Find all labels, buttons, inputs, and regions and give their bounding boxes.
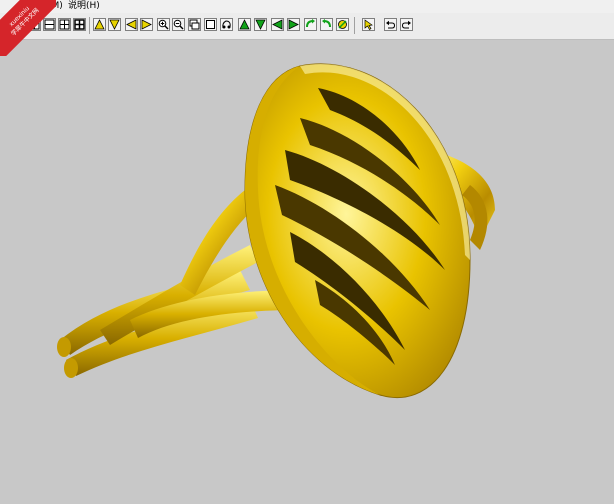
render-settings-button[interactable] [336, 18, 349, 31]
3d-viewport[interactable] [0, 40, 614, 500]
menu-item-help[interactable]: 说明(H) [68, 0, 100, 13]
rotate-right-button[interactable] [140, 18, 153, 31]
menu-bar: (M) 说明(H) [0, 0, 614, 13]
zoom-out-icon [173, 19, 184, 30]
undo-view-button[interactable] [384, 18, 397, 31]
move-up-icon [239, 19, 250, 30]
four-view-button[interactable] [58, 18, 71, 31]
undo-view-icon [386, 20, 396, 29]
rotate-right-icon [141, 19, 152, 30]
zoom-out-button[interactable] [172, 18, 185, 31]
toolbar-separator [354, 17, 355, 34]
watermark-badge: xuexiniu 学犀牛中文网 [0, 0, 56, 56]
zoom-window-button[interactable] [188, 18, 201, 31]
rotate-left-icon [126, 19, 137, 30]
pan-icon [222, 20, 231, 29]
toolbar-separator [89, 17, 90, 34]
zoom-in-button[interactable] [157, 18, 170, 31]
gold-ring-model [57, 63, 495, 399]
rotate-up-icon [94, 19, 105, 30]
move-down-icon [255, 19, 266, 30]
watermark-line1: xuexiniu [8, 5, 31, 28]
move-up-button[interactable] [238, 18, 251, 31]
render-settings-icon [338, 20, 347, 29]
pan-button[interactable] [220, 18, 233, 31]
redo-view-icon [401, 20, 411, 29]
move-left-icon [272, 19, 283, 30]
rotate-cw-icon [306, 19, 315, 28]
rotate-cw-button[interactable] [304, 18, 317, 31]
four-view-bold-button[interactable] [73, 18, 86, 31]
ring-face [244, 63, 471, 399]
move-left-button[interactable] [271, 18, 284, 31]
rotate-up-button[interactable] [93, 18, 106, 31]
select-pointer-button[interactable] [362, 18, 375, 31]
move-right-icon [288, 19, 299, 30]
zoom-extents-icon [206, 20, 215, 29]
redo-view-button[interactable] [400, 18, 413, 31]
rotate-ccw-icon [322, 19, 331, 28]
rotate-down-button[interactable] [108, 18, 121, 31]
toolbar [0, 13, 614, 40]
zoom-in-icon [158, 19, 169, 30]
four-view-icon [59, 19, 70, 30]
rotate-left-button[interactable] [125, 18, 138, 31]
zoom-extents-button[interactable] [204, 18, 217, 31]
four-view-bold-icon [74, 19, 85, 30]
select-pointer-icon [364, 19, 373, 30]
zoom-window-icon [189, 19, 200, 30]
rotate-ccw-button[interactable] [320, 18, 333, 31]
move-down-button[interactable] [254, 18, 267, 31]
rotate-down-icon [109, 19, 120, 30]
move-right-button[interactable] [287, 18, 300, 31]
